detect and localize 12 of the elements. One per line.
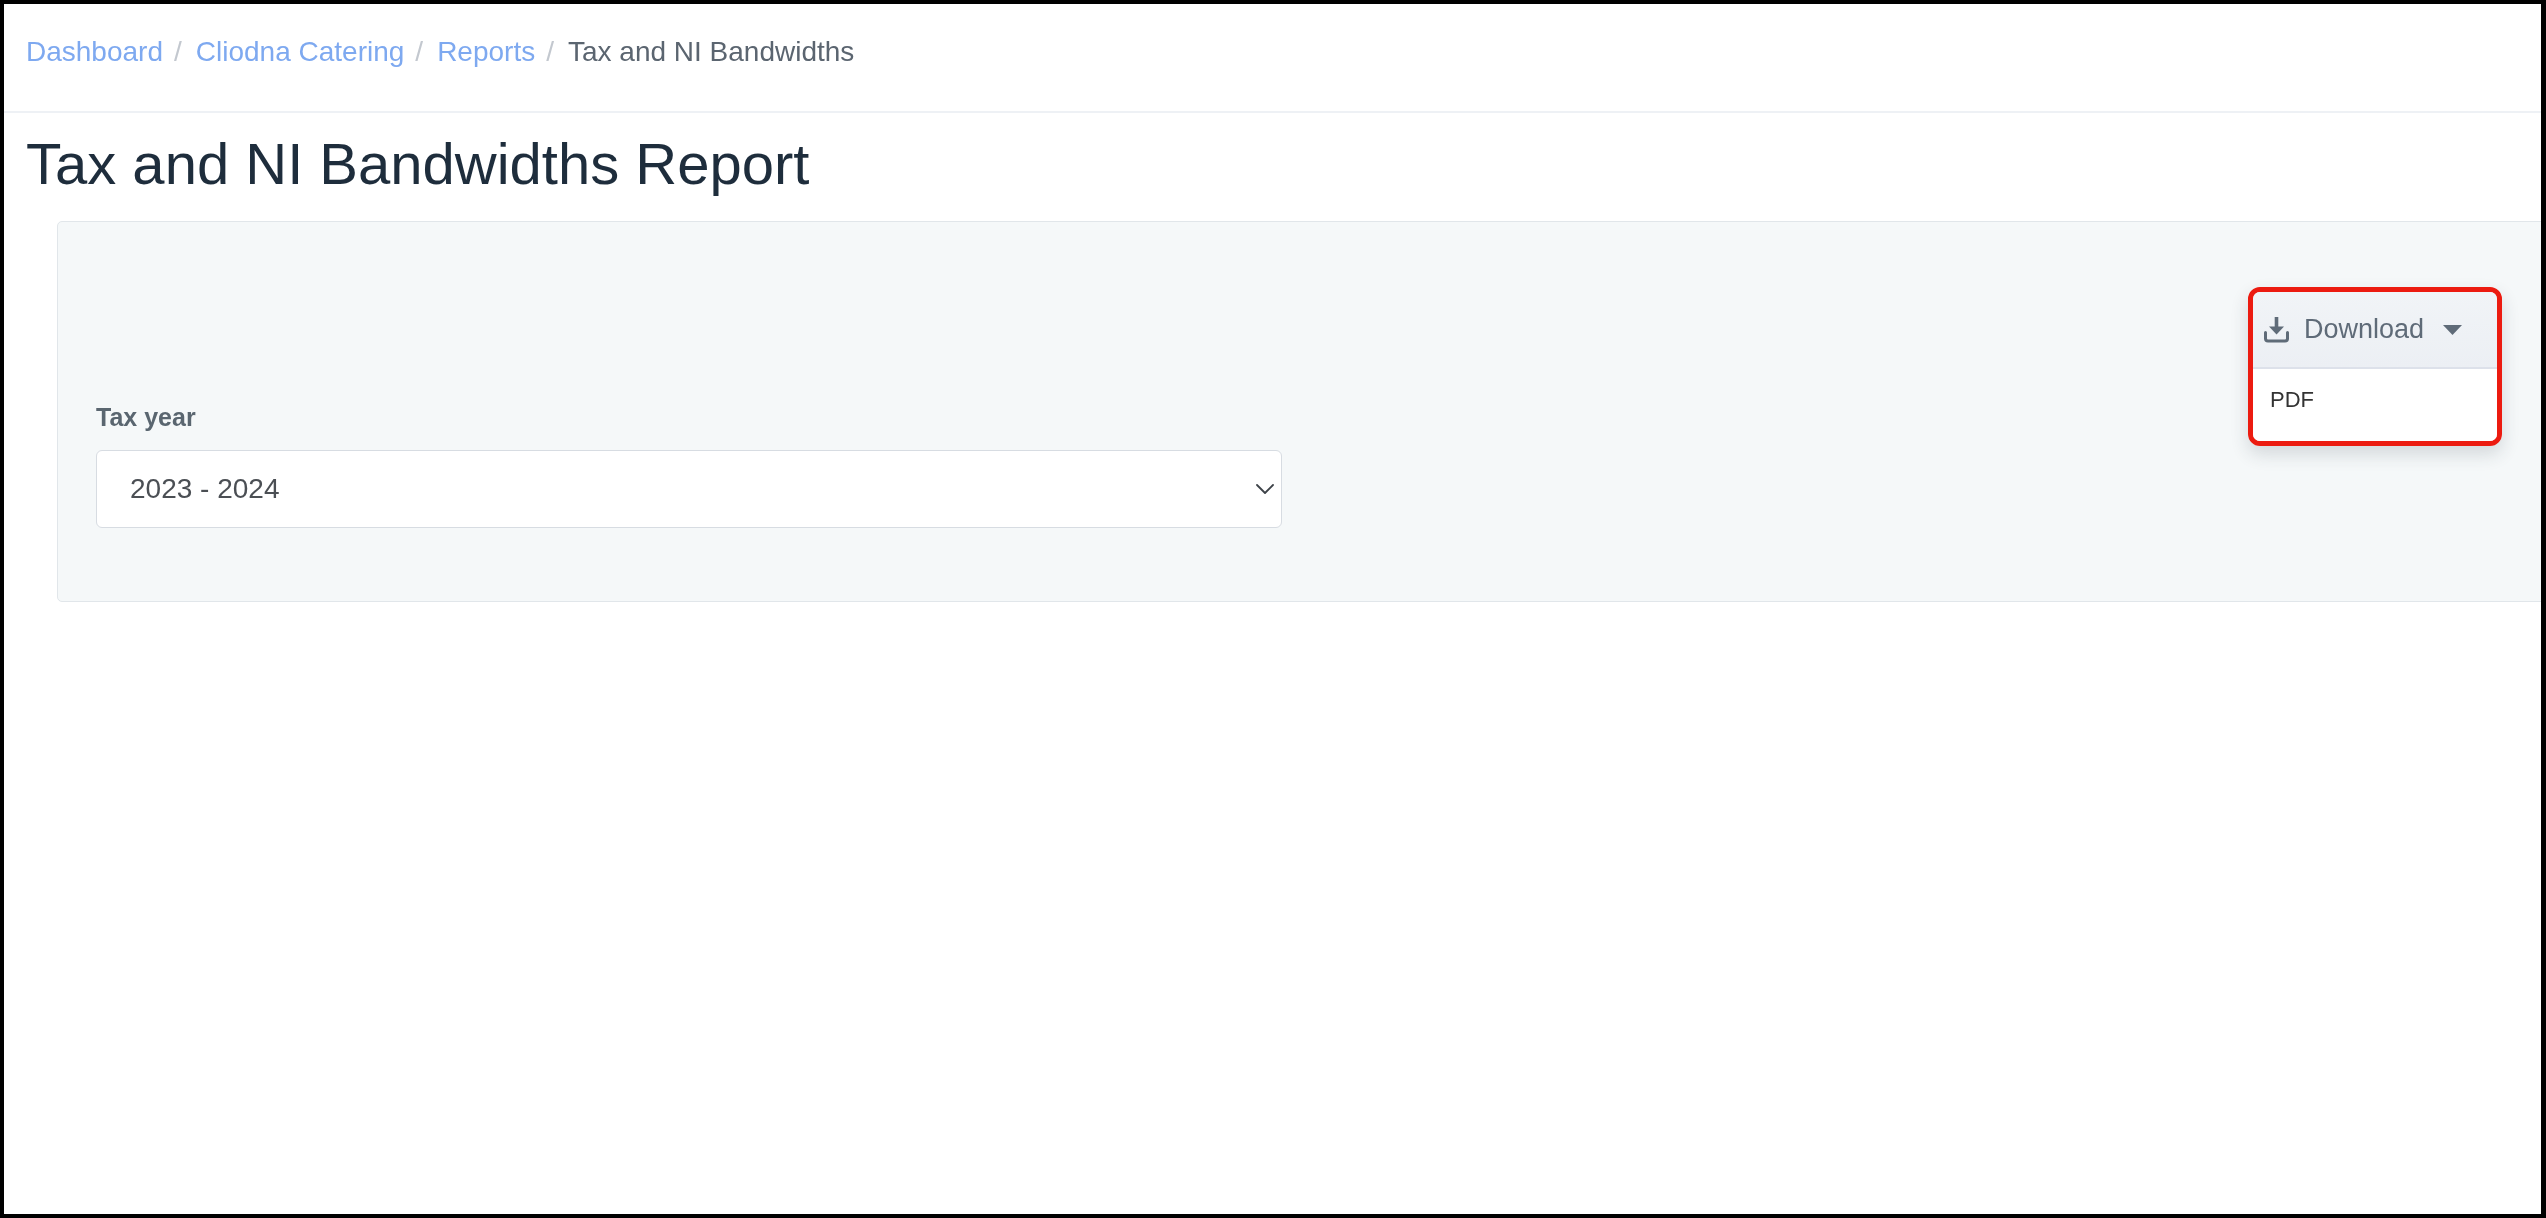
breadcrumb-separator: /	[174, 35, 182, 69]
menu-item[interactable]: PDF	[2270, 387, 2314, 413]
breadcrumb-separator: /	[415, 35, 424, 69]
field-label: Tax year	[96, 402, 196, 432]
caret-down-icon	[2443, 324, 2463, 335]
chevron-down-icon	[1256, 484, 1274, 494]
page-title: Tax and NI Bandwidths Report	[26, 130, 810, 198]
tax-year-select[interactable]: 2023 - 2024	[96, 450, 1282, 528]
download-button[interactable]: Download	[2253, 292, 2497, 369]
breadcrumb-separator: /	[546, 35, 554, 69]
download-icon	[2263, 316, 2290, 343]
breadcrumb-current: Tax and NI Bandwidths	[567, 35, 855, 69]
